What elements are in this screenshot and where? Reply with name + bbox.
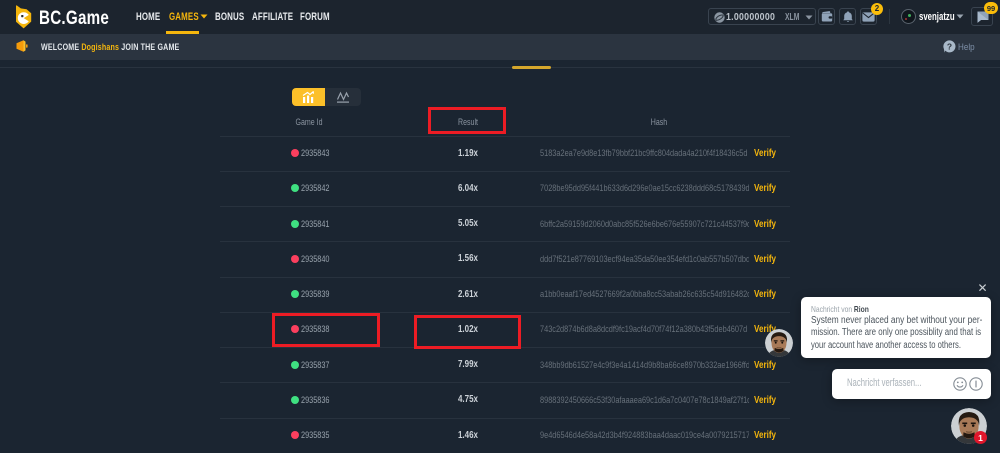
svg-text:?: ? (947, 41, 952, 51)
